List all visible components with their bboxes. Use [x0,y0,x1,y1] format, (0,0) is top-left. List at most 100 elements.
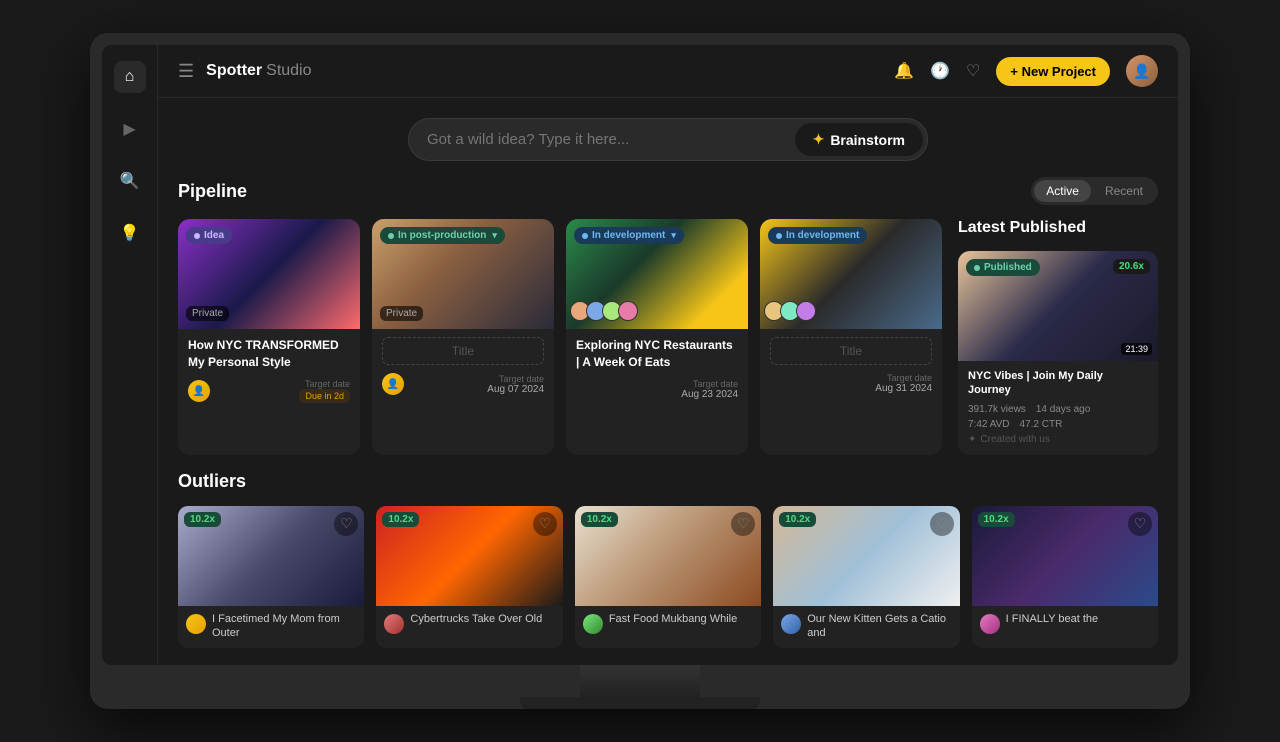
card-footer-1: 👤 Target date Due in 2d [188,379,350,403]
outlier-avatar-4 [781,614,801,634]
outlier-avatar-3 [583,614,603,634]
avatar[interactable]: 👤 [1126,55,1158,87]
outliers-section: Outliers 10.2x ♡ I Facetimed My Mom from… [158,471,1178,665]
card-body-3: Exploring NYC Restaurants | A Week Of Ea… [566,329,748,410]
search-section: ✦ Brainstorm [158,98,1178,177]
outlier-heart-3[interactable]: ♡ [731,512,755,536]
chevron-icon: ▾ [492,230,497,241]
badge-dot-4 [776,233,782,239]
pub-image: Published 20.6x 21:39 [958,251,1158,361]
badge-dot [194,233,200,239]
outlier-multiplier-4: 10.2x [779,512,816,527]
outlier-card-1[interactable]: 10.2x ♡ I Facetimed My Mom from Outer [178,506,364,649]
sidebar-item-search[interactable]: 🔍 [114,165,146,197]
card-title-3: Exploring NYC Restaurants | A Week Of Ea… [576,337,738,371]
outlier-multiplier-3: 10.2x [581,512,618,527]
target-date-2: Target date Aug 07 2024 [487,374,544,395]
avatar-image: 👤 [1126,55,1158,87]
team-avatars-3 [574,301,638,321]
card-body-4: Title Target date Aug 31 2024 [760,329,942,404]
notifications-icon[interactable]: 🔔 [894,61,914,81]
pipeline-card-4[interactable]: In development [760,219,942,455]
sidebar-item-video[interactable]: ▶ [114,113,146,145]
pub-body: NYC Vibes | Join My Daily Journey 391.7k… [958,361,1158,455]
card-title-1: How NYC TRANSFORMED My Personal Style [188,337,350,371]
card-footer-2: 👤 Target date Aug 07 2024 [382,373,544,395]
outlier-title-5: I FINALLY beat the [1006,612,1099,626]
outlier-image-2: 10.2x ♡ [376,506,562,606]
sidebar-item-ideas[interactable]: 💡 [114,217,146,249]
sparkle-icon: ✦ [813,131,825,148]
card-badge-3: In development ▾ [574,227,684,244]
card-avatar-1: 👤 [188,380,210,402]
favorites-icon[interactable]: ♡ [966,61,980,81]
pipeline-card-1[interactable]: Idea Private How NYC TRANSFORMED My Pers… [178,219,360,455]
pipeline-section: Pipeline Active Recent [158,177,1178,471]
outliers-title: Outliers [178,471,1158,492]
pub-video-title: NYC Vibes | Join My Daily Journey [968,369,1148,398]
pipeline-card-3[interactable]: In development ▾ [566,219,748,455]
pipeline-toggle: Active Recent [1031,177,1158,205]
pipeline-layout: Idea Private How NYC TRANSFORMED My Pers… [178,219,1158,455]
toggle-active[interactable]: Active [1034,180,1091,202]
latest-published-title: Latest Published [958,219,1158,237]
outlier-card-5[interactable]: 10.2x ♡ I FINALLY beat the [972,506,1158,649]
outlier-avatar-1 [186,614,206,634]
outlier-avatar-5 [980,614,1000,634]
brand-studio: Studio [266,62,311,80]
outlier-title-4: Our New Kitten Gets a Catio and [807,612,951,641]
pipeline-title: Pipeline [178,181,247,202]
search-input[interactable] [427,131,795,148]
toggle-recent[interactable]: Recent [1093,180,1155,202]
outlier-heart-1[interactable]: ♡ [334,512,358,536]
pub-status-badge: Published [966,259,1040,276]
badge-dot-pub [974,265,980,271]
brand-spotter: Spotter [206,62,262,80]
outlier-card-4[interactable]: 10.2x ♡ Our New Kitten Gets a Catio and [773,506,959,649]
topbar: ☰ Spotter Studio 🔔 🕐 ♡ + New Project 👤 [158,45,1178,98]
outlier-title-2: Cybertrucks Take Over Old [410,612,542,626]
outlier-avatar-2 [384,614,404,634]
outlier-heart-5[interactable]: ♡ [1128,512,1152,536]
menu-icon[interactable]: ☰ [178,61,194,82]
pipeline-card-2[interactable]: In post-production ▾ Private Title � [372,219,554,455]
pub-multiplier: 20.6x [1113,259,1150,274]
chevron-icon-3: ▾ [671,230,676,241]
sidebar-item-home[interactable]: ⌂ [114,61,146,93]
latest-published: Latest Published Published 20.6x 21:3 [958,219,1158,455]
card-image-4: In development [760,219,942,329]
new-project-button[interactable]: + New Project [996,57,1110,86]
pipeline-header: Pipeline Active Recent [178,177,1158,205]
outliers-grid: 10.2x ♡ I Facetimed My Mom from Outer [178,506,1158,649]
outlier-title-1: I Facetimed My Mom from Outer [212,612,356,641]
outlier-body-3: Fast Food Mukbang While [575,606,761,642]
team-avatar [618,301,638,321]
outlier-body-5: I FINALLY beat the [972,606,1158,642]
card-body-2: Title 👤 Target date Aug 07 2024 [372,329,554,405]
outlier-heart-2[interactable]: ♡ [533,512,557,536]
search-bar: ✦ Brainstorm [408,118,928,161]
brainstorm-button[interactable]: ✦ Brainstorm [795,123,923,156]
card-badge-2: In post-production ▾ [380,227,505,244]
card-avatar-2: 👤 [382,373,404,395]
privacy-badge-1: Private [186,306,229,321]
outlier-card-2[interactable]: 10.2x ♡ Cybertrucks Take Over Old [376,506,562,649]
topbar-right: 🔔 🕐 ♡ + New Project 👤 [894,55,1158,87]
pub-duration: 21:39 [1121,343,1152,355]
main-content: ☰ Spotter Studio 🔔 🕐 ♡ + New Project 👤 [158,45,1178,665]
badge-dot-3 [582,233,588,239]
published-card[interactable]: Published 20.6x 21:39 NYC Vibes | Join M… [958,251,1158,455]
pipeline-cards: Idea Private How NYC TRANSFORMED My Pers… [178,219,942,455]
target-date-1: Target date Due in 2d [299,379,350,403]
outlier-image-5: 10.2x ♡ [972,506,1158,606]
brand: Spotter Studio [206,62,311,80]
target-date-3: Target date Aug 23 2024 [681,379,738,400]
outlier-card-3[interactable]: 10.2x ♡ Fast Food Mukbang While [575,506,761,649]
pub-metrics: 7:42 AVD 47.2 CTR [968,419,1148,430]
outlier-body-1: I Facetimed My Mom from Outer [178,606,364,649]
badge-dot-2 [388,233,394,239]
outlier-heart-4[interactable]: ♡ [930,512,954,536]
history-icon[interactable]: 🕐 [930,61,950,81]
card-footer-3: Target date Aug 23 2024 [576,379,738,400]
outlier-image-1: 10.2x ♡ [178,506,364,606]
